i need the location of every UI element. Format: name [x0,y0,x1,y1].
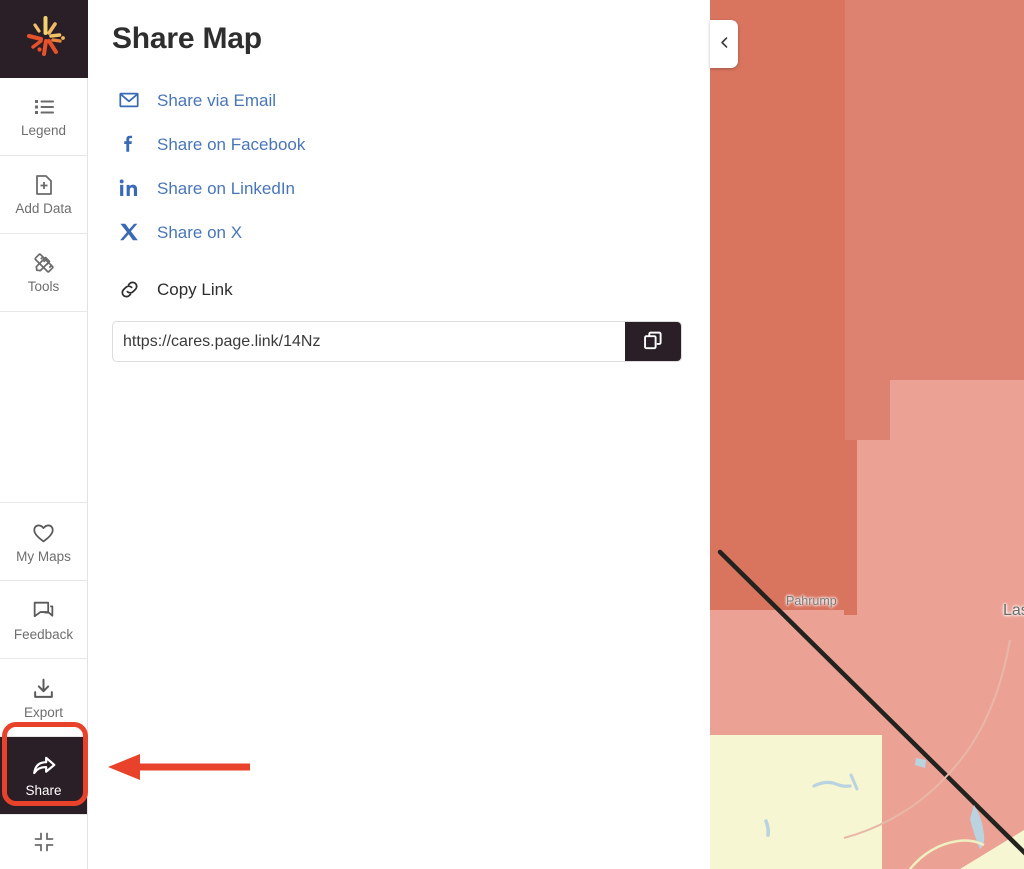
exit-fullscreen-icon [32,830,56,854]
sidebar-item-share[interactable]: Share [0,737,87,815]
map-label-pahrump: Pahrump [786,594,837,608]
copy-link-label: Copy Link [157,279,233,299]
sidebar-item-label: Share [25,783,62,799]
sidebar-spacer [0,312,87,503]
collapse-panel-button[interactable] [710,20,738,68]
download-icon [31,676,56,701]
share-arrow-icon [31,753,57,779]
share-option-label: Share via Email [157,90,277,110]
share-link-row [112,321,682,362]
sidebar-item-tools[interactable]: Tools [0,234,87,312]
share-option-label: Share on Facebook [157,134,306,154]
facebook-icon [116,131,142,157]
map-canvas[interactable]: Pahrump Las [710,0,1024,869]
sidebar-item-fullscreen[interactable] [0,815,87,869]
share-options-list: Share via Email Share on Facebook Share … [112,78,682,362]
page-title: Share Map [112,22,262,55]
copy-icon [642,329,665,355]
map-graphic [710,0,1024,869]
app-root: Legend Add Data Tools My Maps Feedback E… [0,0,1024,869]
sidebar-item-label: Export [23,704,64,720]
sidebar-item-my-maps[interactable]: My Maps [0,503,87,581]
share-on-facebook-link[interactable]: Share on Facebook [112,122,682,166]
sidebar-item-feedback[interactable]: Feedback [0,581,87,659]
sidebar-item-legend[interactable]: Legend [0,78,87,156]
share-option-label: Share on LinkedIn [157,178,295,198]
linkedin-icon [116,175,142,201]
map-label-las-vegas: Las [1003,602,1024,619]
share-via-email-link[interactable]: Share via Email [112,78,682,122]
sidebar-item-add-data[interactable]: Add Data [0,156,87,234]
share-option-label: Share on X [157,222,243,242]
file-plus-icon [32,173,56,197]
x-twitter-icon [116,219,142,245]
heart-icon [31,520,56,545]
sidebar-item-label: Feedback [13,626,74,642]
copy-link-button[interactable] [625,322,681,361]
app-logo[interactable] [0,0,88,78]
share-link-input[interactable] [113,322,625,361]
chevron-left-icon [718,36,731,52]
copy-link-label-row: Copy Link [112,267,682,311]
sidebar-item-label: My Maps [16,548,71,564]
share-on-x-link[interactable]: Share on X [112,210,682,254]
ruler-pencil-icon [32,251,56,275]
link-chain-icon [116,276,142,302]
list-legend-icon [32,95,56,119]
share-panel: Share Map Share via Email Share on Faceb… [88,0,710,869]
sidebar-item-export[interactable]: Export [0,659,87,737]
sidebar-item-label: Legend [20,123,67,139]
share-on-linkedin-link[interactable]: Share on LinkedIn [112,166,682,210]
starburst-logo-icon [19,12,69,67]
chat-bubble-icon [31,598,56,623]
sidebar-item-label: Tools [27,279,60,295]
sidebar-item-label: Add Data [15,201,72,217]
envelope-icon [116,87,142,113]
sidebar-rail: Legend Add Data Tools My Maps Feedback E… [0,0,88,869]
